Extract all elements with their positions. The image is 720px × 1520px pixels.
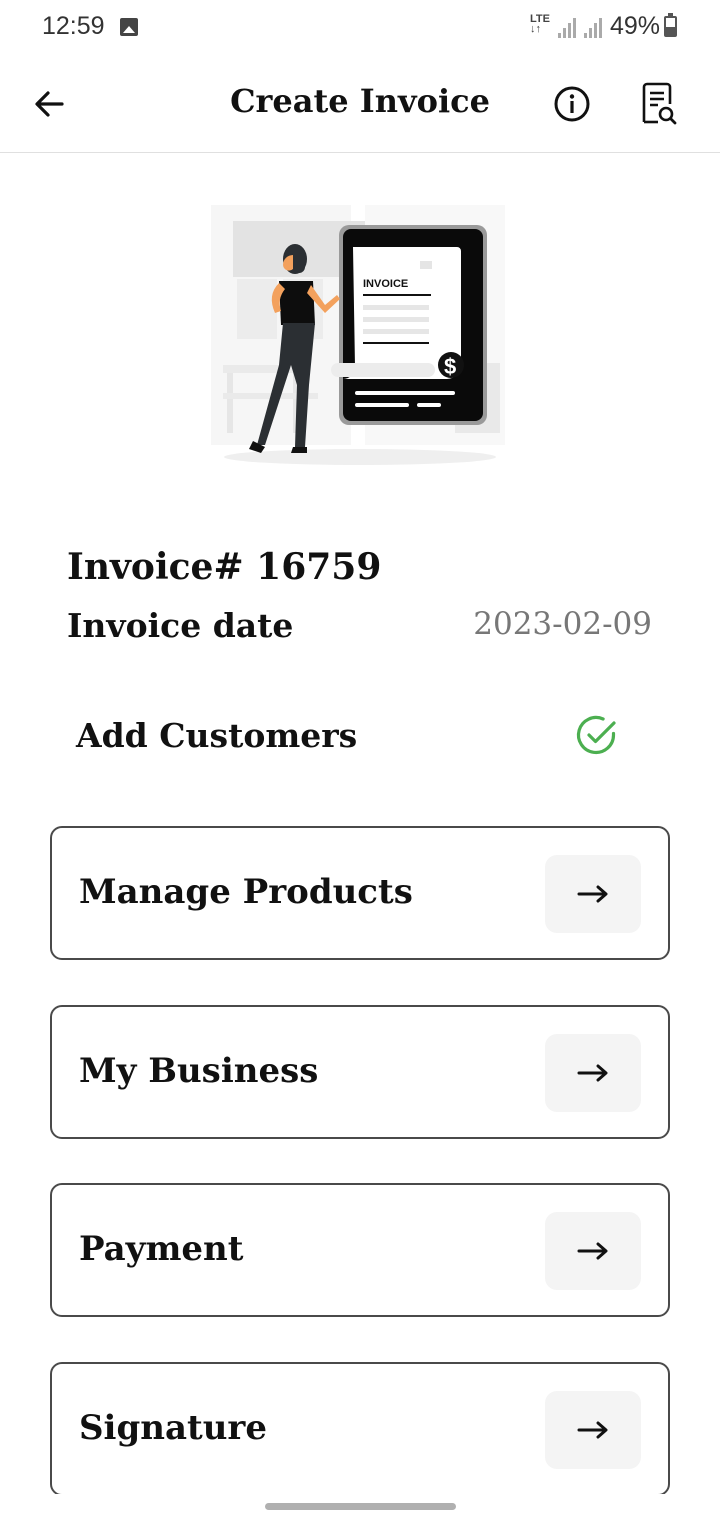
info-icon[interactable]	[552, 84, 592, 124]
payment-label: Payment	[79, 1229, 244, 1269]
manage-products-arrow-button[interactable]	[545, 855, 641, 933]
my-business-card[interactable]: My Business	[50, 1005, 670, 1139]
payment-arrow-button[interactable]	[545, 1212, 641, 1290]
home-indicator[interactable]	[265, 1503, 456, 1510]
invoice-date-label: Invoice date	[67, 606, 294, 645]
arrow-right-icon	[577, 885, 608, 903]
signal-strength-icon-2	[584, 16, 604, 38]
image-notification-icon	[120, 18, 138, 36]
payment-card[interactable]: Payment	[50, 1183, 670, 1317]
my-business-label: My Business	[79, 1051, 319, 1091]
arrow-right-icon	[577, 1064, 608, 1082]
illustration-invoice-word: INVOICE	[363, 278, 408, 290]
check-circle-icon	[576, 715, 616, 755]
manage-products-card[interactable]: Manage Products	[50, 826, 670, 960]
app-bar: Create Invoice	[0, 56, 720, 153]
page-title: Create Invoice	[230, 82, 490, 120]
battery-percent: 49%	[610, 12, 661, 40]
signature-arrow-button[interactable]	[545, 1391, 641, 1469]
my-business-arrow-button[interactable]	[545, 1034, 641, 1112]
signature-label: Signature	[79, 1408, 267, 1448]
arrow-right-icon	[577, 1421, 608, 1439]
manage-products-label: Manage Products	[79, 872, 413, 912]
signal-strength-icon	[558, 16, 578, 38]
invoice-preview-icon[interactable]	[638, 82, 678, 126]
add-customers-row[interactable]: Add Customers	[50, 700, 670, 776]
signature-card[interactable]: Signature	[50, 1362, 670, 1496]
status-bar: 12:59 LTE ↓↑ 49%	[0, 0, 720, 56]
invoice-number: Invoice# 16759	[67, 546, 382, 588]
invoice-date-value[interactable]: 2023-02-09	[473, 606, 652, 642]
battery-icon	[664, 13, 677, 37]
add-customers-label: Add Customers	[76, 716, 358, 755]
illustration-currency-symbol: $	[444, 354, 456, 379]
status-time: 12:59	[42, 12, 105, 40]
arrow-right-icon	[577, 1242, 608, 1260]
invoice-illustration: INVOICE $	[211, 205, 505, 465]
lte-indicator: LTE ↓↑	[530, 13, 550, 35]
